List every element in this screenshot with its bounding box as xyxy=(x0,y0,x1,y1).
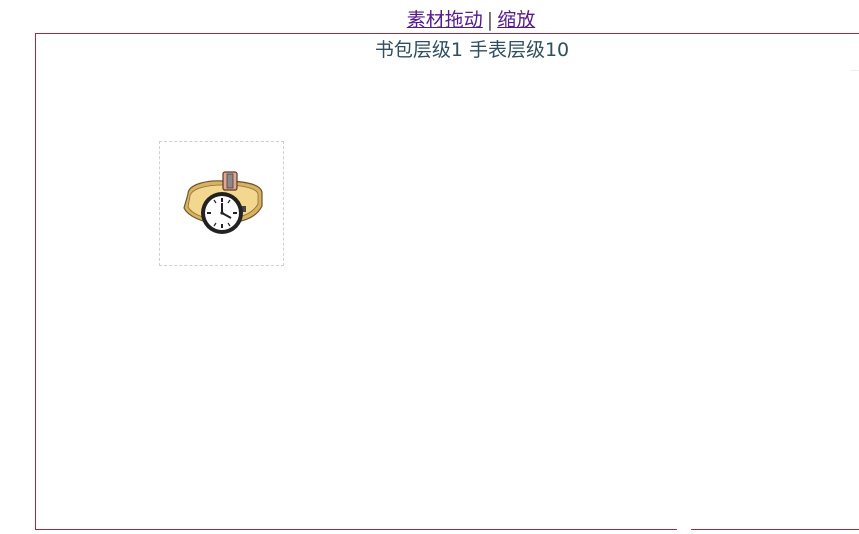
drag-material-link[interactable]: 素材拖动 xyxy=(407,9,483,31)
watch-icon xyxy=(183,171,263,234)
canvas-stage: 书包层级1 手表层级10 xyxy=(35,33,859,531)
stage-border-gap xyxy=(677,528,691,531)
top-nav: 素材拖动 | 缩放 xyxy=(0,7,859,33)
nav-separator: | xyxy=(486,9,494,31)
zoom-link[interactable]: 缩放 xyxy=(497,9,535,31)
watch-item[interactable] xyxy=(159,141,284,266)
stage-edge-mark xyxy=(851,70,859,71)
stage-title: 书包层级1 手表层级10 xyxy=(374,39,570,61)
